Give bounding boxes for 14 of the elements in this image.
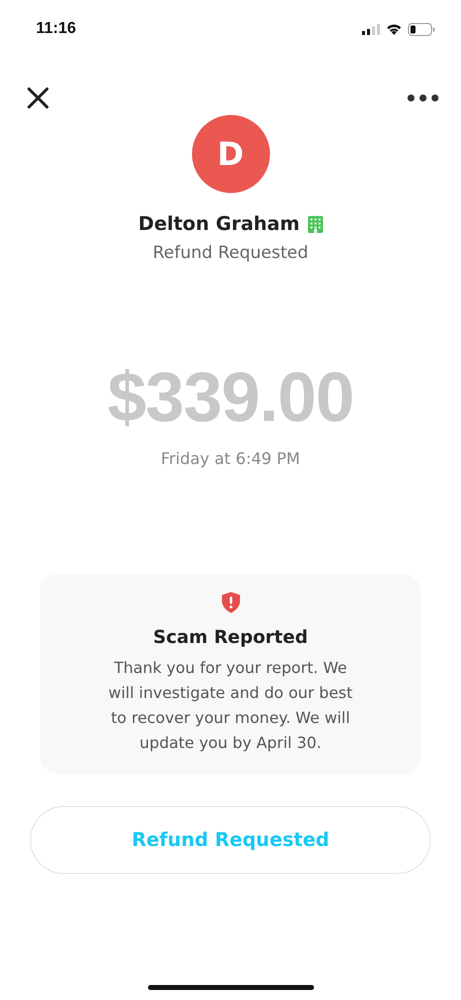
avatar: D [192, 115, 270, 193]
status-time: 11:16 [36, 20, 76, 38]
status-label: Refund Requested [152, 243, 308, 263]
notice-title: Scam Reported [153, 627, 308, 648]
more-icon[interactable] [407, 94, 439, 102]
battery-icon [408, 22, 435, 36]
shield-alert-icon [222, 592, 240, 613]
signal-icon [362, 24, 380, 34]
payment-date: Friday at 6:49 PM [160, 449, 300, 468]
wifi-icon [386, 23, 402, 35]
contact-name: Delton Graham [138, 213, 300, 235]
notice-message: Thank you for your report. We will investigate and do our best to recover your money. We will update you by April 30. [107, 658, 354, 754]
close-icon[interactable] [27, 87, 49, 109]
refund-requested-button[interactable]: Refund Requested [30, 806, 431, 874]
